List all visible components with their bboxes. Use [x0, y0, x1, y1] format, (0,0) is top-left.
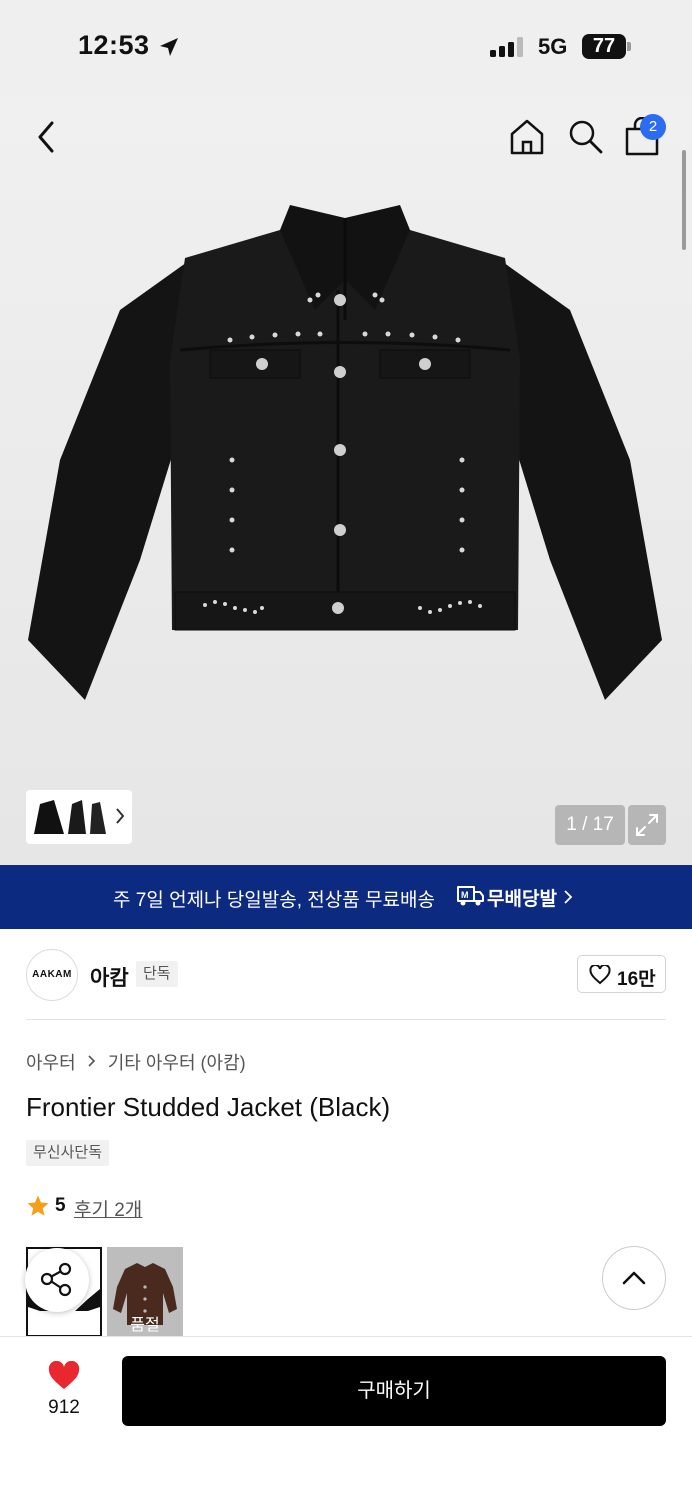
heart-outline-icon: [589, 965, 611, 985]
expand-button[interactable]: [628, 805, 666, 845]
brand-like-button[interactable]: 16만: [577, 955, 666, 993]
thumbnail-images: [34, 800, 106, 834]
promo-banner[interactable]: 주 7일 언제나 당일발송, 전상품 무료배송 M 무배당발: [0, 865, 692, 929]
chevron-right-icon: [87, 1052, 97, 1073]
chevron-right-icon: [116, 808, 125, 824]
status-bar: 12:53 5G 77: [0, 0, 692, 95]
rating-score: 5: [55, 1195, 66, 1216]
search-icon[interactable]: [566, 117, 606, 157]
brand-name[interactable]: 아캄: [90, 962, 129, 992]
share-icon: [40, 1262, 72, 1297]
brand-like-count: 16만: [617, 969, 656, 990]
chevron-right-icon: [564, 890, 573, 904]
delivery-truck-icon: M: [457, 886, 484, 906]
star-icon: [27, 1195, 49, 1216]
location-arrow-icon: [160, 38, 178, 56]
breadcrumb: 아우터 기타 아우터 (아캄): [26, 1049, 246, 1075]
scroll-top-button[interactable]: [602, 1246, 666, 1310]
soldout-label: 품절: [130, 1317, 160, 1334]
back-icon[interactable]: [30, 115, 66, 159]
image-counter: 1 / 17: [555, 805, 625, 845]
brand-logo[interactable]: AAKAM: [26, 949, 78, 1001]
home-icon[interactable]: [508, 117, 546, 157]
status-time: 12:53: [78, 30, 150, 60]
wish-count: 912: [48, 1397, 80, 1418]
expand-icon: [636, 814, 658, 836]
exclusive-tag: 무신사단독: [26, 1140, 110, 1166]
battery-tip: [627, 42, 631, 51]
buy-button[interactable]: 구매하기: [122, 1356, 666, 1426]
signal-icon: [490, 37, 523, 57]
product-gallery[interactable]: 2 1 / 17: [0, 95, 692, 865]
color-option-brown[interactable]: 품절: [107, 1247, 183, 1337]
svg-text:M: M: [461, 890, 469, 900]
scroll-indicator: [682, 150, 686, 250]
promo-brand: 무배당발: [487, 889, 557, 910]
chevron-up-icon: [622, 1271, 646, 1285]
breadcrumb-item[interactable]: 아우터: [26, 1049, 76, 1075]
promo-text: 주 7일 언제나 당일발송, 전상품 무료배송: [113, 890, 435, 911]
heart-filled-icon[interactable]: [47, 1361, 81, 1391]
bottom-action-bar: 912 구매하기: [0, 1336, 692, 1500]
product-image: [28, 205, 662, 700]
breadcrumb-item[interactable]: 기타 아우터 (아캄): [108, 1049, 246, 1075]
battery-indicator: 77: [582, 34, 626, 59]
thumbnail-strip[interactable]: [26, 790, 132, 844]
network-type: 5G: [538, 34, 568, 59]
cart-badge: 2: [640, 114, 666, 140]
share-button[interactable]: [25, 1248, 89, 1312]
review-link[interactable]: 후기 2개: [74, 1195, 142, 1222]
product-title: Frontier Studded Jacket (Black): [26, 1092, 391, 1122]
divider: [26, 1019, 666, 1020]
brand-exclusive-tag: 단독: [136, 961, 178, 987]
